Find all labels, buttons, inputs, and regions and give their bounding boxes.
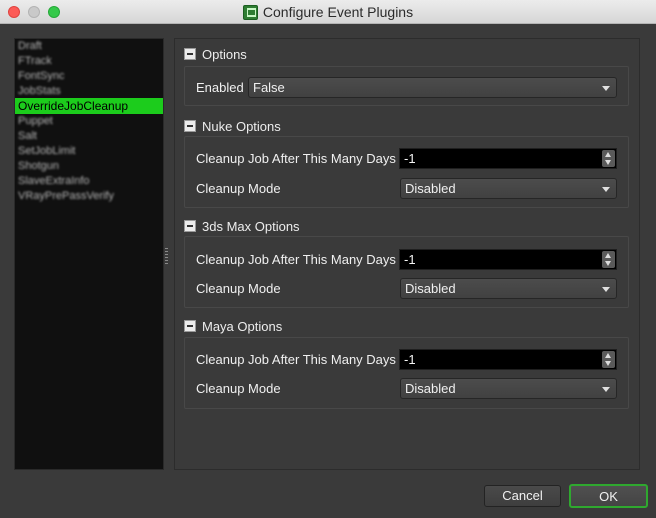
select-value: False [253,80,285,95]
arrow-down-icon[interactable] [605,160,611,165]
chevron-down-icon [602,387,610,392]
group-header-3dsmax: 3ds Max Options [184,216,300,236]
nuke-cleanup-mode-select[interactable]: Disabled [400,178,617,199]
plugin-list-item[interactable]: SlaveExtraInfo [15,174,163,189]
cleanup-mode-label: Cleanup Mode [196,281,281,296]
maya-cleanup-mode-select[interactable]: Disabled [400,378,617,399]
splitter-handle[interactable] [165,248,168,264]
enabled-select[interactable]: False [248,77,617,98]
chevron-down-icon [602,287,610,292]
plugin-list-item[interactable]: FontSync [15,69,163,84]
cleanup-days-label: Cleanup Job After This Many Days [196,151,396,166]
arrow-down-icon[interactable] [605,361,611,366]
group-title: 3ds Max Options [202,218,300,234]
plugin-list-item[interactable]: Salt [15,129,163,144]
group-title: Options [202,46,247,62]
group-header-nuke: Nuke Options [184,116,281,136]
max-cleanup-mode-select[interactable]: Disabled [400,278,617,299]
collapse-minus-icon[interactable] [184,48,196,60]
group-header-options: Options [184,44,247,64]
spinbox-value: -1 [404,352,416,367]
arrow-up-icon[interactable] [605,152,611,157]
collapse-minus-icon[interactable] [184,120,196,132]
plugin-list-item[interactable]: Draft [15,39,163,54]
max-cleanup-days-spinbox[interactable]: -1 [399,249,617,270]
plugin-list-item[interactable]: SetJobLimit [15,144,163,159]
collapse-minus-icon[interactable] [184,220,196,232]
plugin-list-item[interactable]: FTrack [15,54,163,69]
cancel-button[interactable]: Cancel [484,485,561,507]
spinbox-buttons[interactable] [602,351,615,368]
chevron-down-icon [602,86,610,91]
group-header-maya: Maya Options [184,316,282,336]
chevron-down-icon [602,187,610,192]
collapse-minus-icon[interactable] [184,320,196,332]
arrow-down-icon[interactable] [605,261,611,266]
plugin-list-item[interactable]: JobStats [15,84,163,99]
cleanup-days-label: Cleanup Job After This Many Days [196,352,396,367]
spinbox-buttons[interactable] [602,251,615,268]
plugin-list-item[interactable]: Shotgun [15,159,163,174]
select-value: Disabled [405,181,456,196]
spinbox-value: -1 [404,252,416,267]
deadline-monitor-icon [242,4,258,20]
group-title: Nuke Options [202,118,281,134]
arrow-up-icon[interactable] [605,353,611,358]
select-value: Disabled [405,281,456,296]
cleanup-mode-label: Cleanup Mode [196,181,281,196]
nuke-cleanup-days-spinbox[interactable]: -1 [399,148,617,169]
spinbox-buttons[interactable] [602,150,615,167]
group-title: Maya Options [202,318,283,334]
maya-cleanup-days-spinbox[interactable]: -1 [399,349,617,370]
spinbox-value: -1 [404,151,416,166]
plugin-list-item[interactable]: VRayPrePassVerify [15,189,163,204]
plugin-list-item-selected[interactable]: OverrideJobCleanup [15,98,163,114]
window-title: Configure Event Plugins [262,4,414,20]
arrow-up-icon[interactable] [605,253,611,258]
cleanup-days-label: Cleanup Job After This Many Days [196,252,396,267]
ok-button[interactable]: OK [569,484,648,508]
cleanup-mode-label: Cleanup Mode [196,381,281,396]
plugin-list-item[interactable]: Puppet [15,114,163,129]
select-value: Disabled [405,381,456,396]
title-bar: Configure Event Plugins [0,0,656,24]
plugin-list[interactable]: Draft FTrack FontSync JobStats OverrideJ… [14,38,164,470]
enabled-label: Enabled [196,80,244,95]
